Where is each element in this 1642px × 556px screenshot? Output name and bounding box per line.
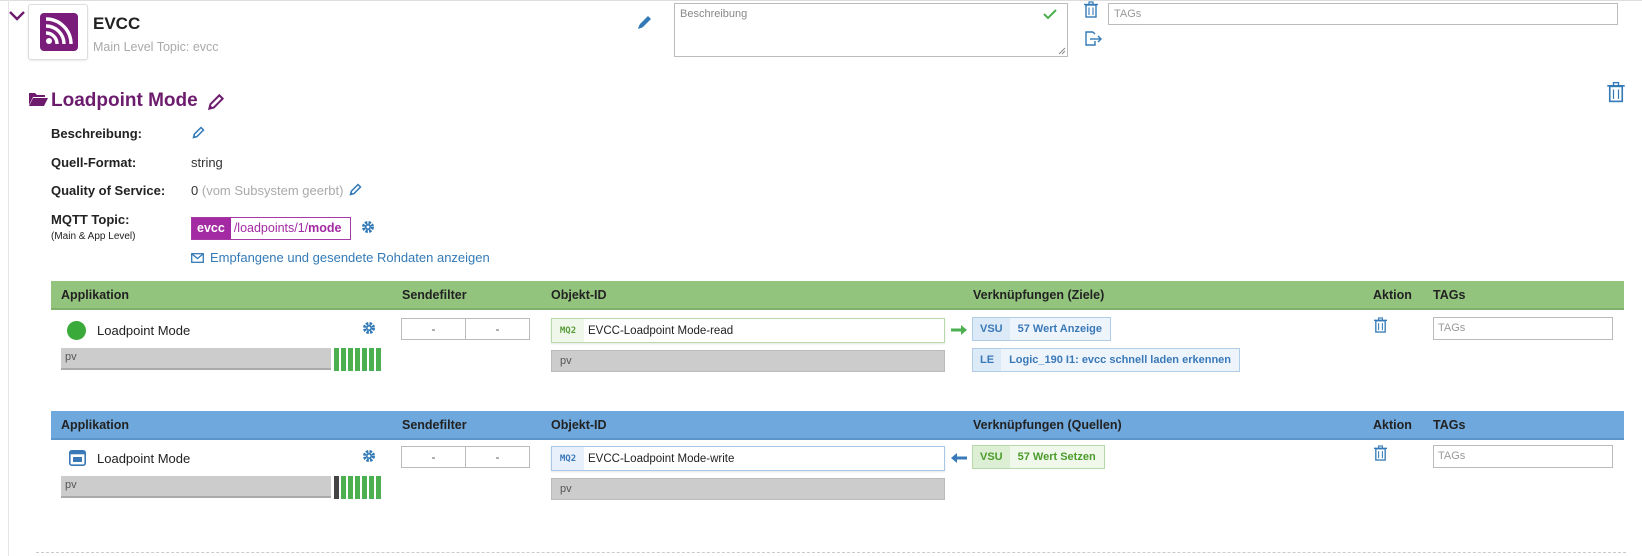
description-placeholder: Beschreibung [680,8,748,20]
col-tags: TAGs [1433,288,1466,302]
datapoint-title: Loadpoint Mode [51,90,198,111]
raw-data-link[interactable]: Empfangene und gesendete Rohdaten anzeig… [191,250,490,265]
row-tags-input[interactable]: TAGs [1433,317,1613,340]
signal-icon [40,13,78,51]
col-links: Verknüpfungen (Quellen) [973,418,1122,432]
object-id-field[interactable]: MQ2 EVCC-Loadpoint Mode-write [551,446,945,471]
app-name: EVCC [93,14,141,33]
qos-label: Quality of Service: [51,183,166,198]
object-type-tag: MQ2 [552,319,584,342]
mqtt-topic-field[interactable]: evcc /loadpoints/1/mode [191,217,351,240]
pencil-icon[interactable] [348,182,363,197]
table-header-sources: Applikation Sendefilter Objekt-ID Verknü… [51,411,1624,440]
folder-open-icon [29,93,48,106]
quality-indicator [334,348,381,371]
row-tags-input[interactable]: TAGs [1433,445,1613,468]
qos-note: (vom Subsystem geerbt) [201,183,344,198]
mqtt-topic-sublabel: (Main & App Level) [51,231,136,242]
quality-indicator [334,476,381,499]
table-header-targets: Applikation Sendefilter Objekt-ID Verknü… [51,281,1624,310]
status-online-icon [67,321,86,340]
app-logo [28,4,88,60]
pencil-icon[interactable] [636,13,654,31]
resize-grip-icon[interactable] [1058,47,1066,55]
send-filter-a[interactable]: - [402,319,466,339]
object-id-text: EVCC-Loadpoint Mode-write [588,452,735,465]
col-app: Applikation [61,418,130,432]
description-label: Beschreibung: [51,126,143,141]
arrow-left-icon [951,453,967,463]
send-filter[interactable]: - - [401,318,530,340]
source-format-label: Quell-Format: [51,155,137,170]
send-filter-b[interactable]: - [466,447,529,467]
object-type-tag: MQ2 [552,447,584,470]
left-rule [8,0,9,556]
object-id-text: EVCC-Loadpoint Mode-read [588,324,734,337]
object-id-field[interactable]: MQ2 EVCC-Loadpoint Mode-read [551,318,945,343]
send-filter-a[interactable]: - [402,447,466,467]
description-textarea[interactable]: Beschreibung [674,3,1068,57]
tags-input[interactable]: TAGs [1108,3,1618,25]
app-label: Loadpoint Mode [97,451,191,466]
col-object: Objekt-ID [551,288,607,302]
source-format-value: string [191,155,223,170]
top-rule [0,0,1642,1]
col-app: Applikation [61,288,130,302]
envelope-icon [191,252,204,263]
col-filter: Sendefilter [402,288,467,302]
send-filter-b[interactable]: - [466,319,529,339]
app-value-bar: pv [61,348,331,370]
qos-value: 0 [191,183,199,198]
check-icon[interactable] [1043,8,1057,20]
link-name: 57 Wert Anzeige [1017,323,1102,335]
pencil-icon[interactable] [206,92,226,112]
export-icon[interactable] [1083,30,1103,47]
trash-icon[interactable] [1083,1,1099,18]
mqtt-path: /loadpoints/1/mode [233,221,342,235]
raw-data-link-label: Empfangene und gesendete Rohdaten anzeig… [210,250,490,265]
object-value-bar: pv [551,350,945,372]
link-code: VSU [973,318,1010,340]
app-window-icon [69,450,86,466]
gear-icon[interactable] [362,321,376,335]
trash-icon[interactable] [1373,317,1388,333]
app-label: Loadpoint Mode [97,323,191,338]
col-action: Aktion [1373,418,1412,432]
link-code: LE [973,349,1002,371]
link-name: Logic_190 I1: evcc schnell laden erkenne… [1009,354,1231,366]
main-level-topic: Main Level Topic: evcc [93,40,219,54]
link-source-chip[interactable]: VSU 57 Wert Setzen [972,445,1105,469]
trash-icon[interactable] [1373,445,1388,461]
object-value-bar: pv [551,478,945,500]
col-action: Aktion [1373,288,1412,302]
pencil-icon[interactable] [191,125,206,140]
gear-icon[interactable] [362,449,376,463]
chevron-down-icon[interactable] [8,8,26,22]
col-filter: Sendefilter [402,418,467,432]
col-links: Verknüpfungen (Ziele) [973,288,1105,302]
link-code: VSU [973,446,1010,468]
mqtt-prefix: evcc [192,218,231,239]
col-tags: TAGs [1433,418,1466,432]
link-name: 57 Wert Setzen [1017,451,1096,463]
app-value-bar: pv [61,476,331,498]
col-object: Objekt-ID [551,418,607,432]
arrow-right-icon [951,325,967,335]
send-filter[interactable]: - - [401,446,530,468]
gear-icon[interactable] [361,220,375,234]
link-target-chip[interactable]: VSU 57 Wert Anzeige [972,317,1111,341]
trash-icon[interactable] [1606,81,1626,103]
section-divider [36,552,1626,553]
link-target-chip[interactable]: LE Logic_190 I1: evcc schnell laden erke… [972,348,1240,372]
qos-value-line: 0 (vom Subsystem geerbt) [191,183,343,198]
mqtt-topic-label: MQTT Topic: [51,212,130,227]
